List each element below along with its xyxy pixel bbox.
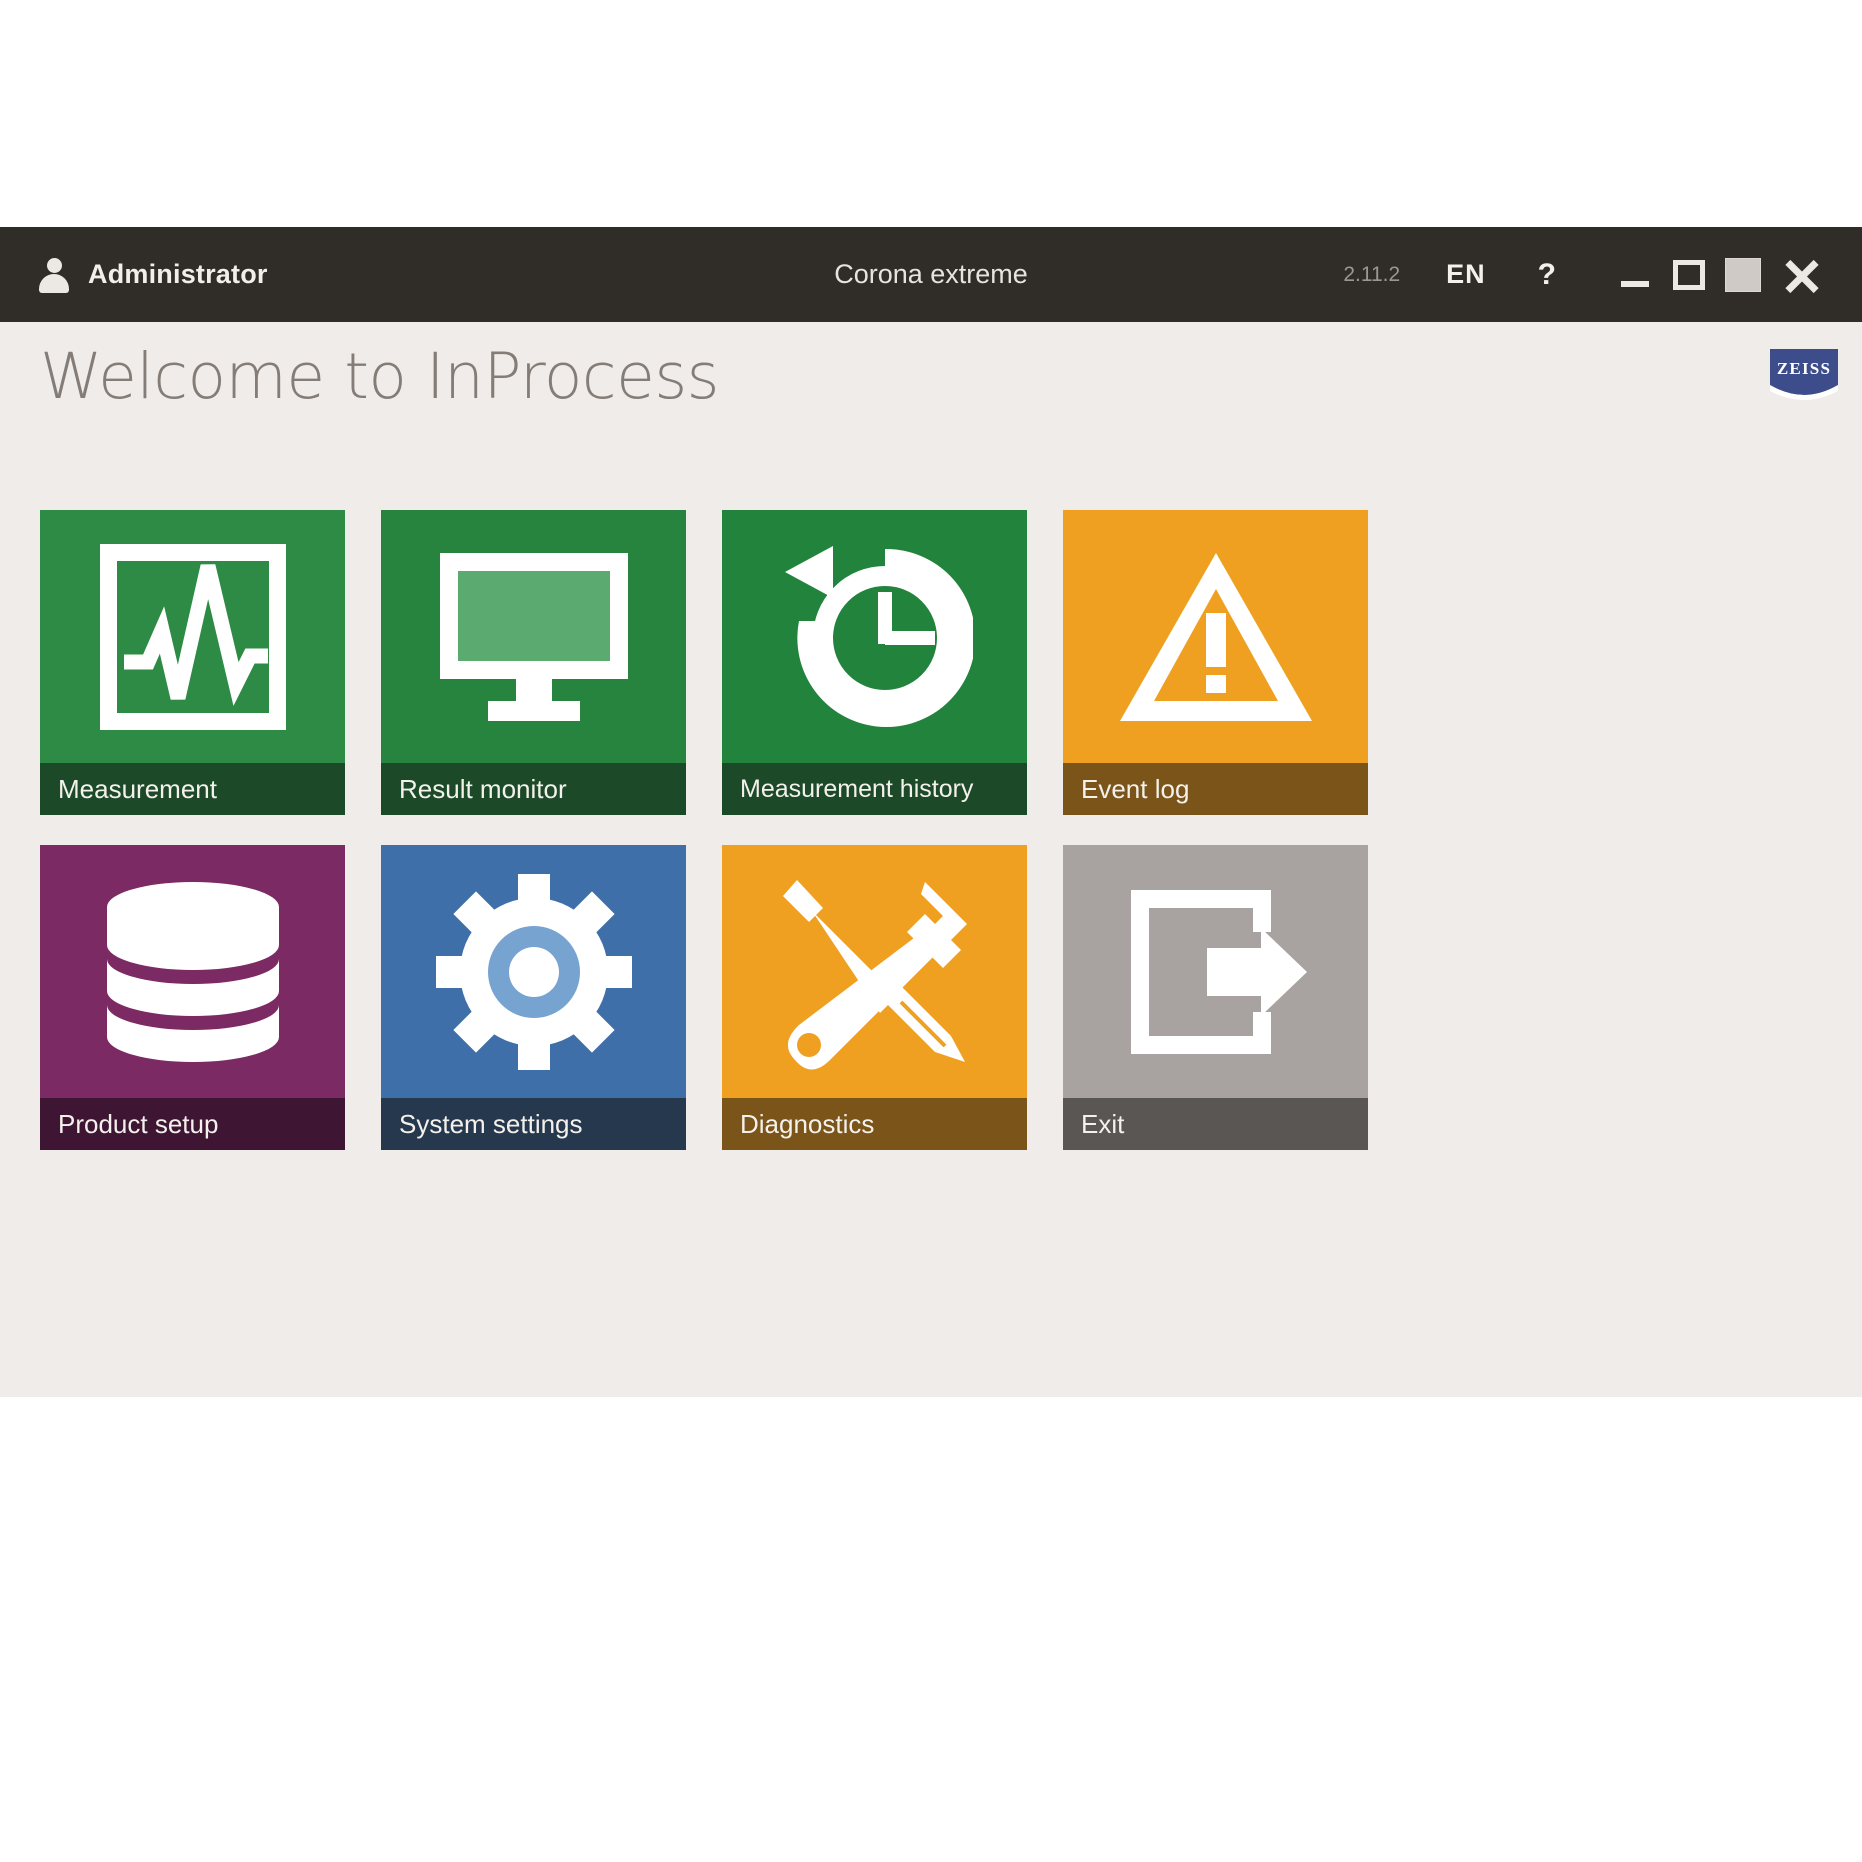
tile-label: Product setup: [40, 1098, 345, 1150]
help-button[interactable]: ?: [1538, 258, 1556, 292]
application-window: Administrator Corona extreme 2.11.2 EN ?…: [0, 227, 1862, 1397]
tile-measurement[interactable]: Measurement: [40, 510, 345, 815]
tile-label: Exit: [1063, 1098, 1368, 1150]
tile-system-settings[interactable]: System settings: [381, 845, 686, 1150]
minimize-icon[interactable]: [1608, 248, 1662, 302]
page-title: Welcome to InProcess: [40, 340, 719, 413]
tile-grid: Measurement Result monitor Measurement h…: [40, 510, 1370, 1150]
tile-label: Measurement: [40, 763, 345, 815]
close-icon[interactable]: [1770, 248, 1834, 302]
tile-label: System settings: [381, 1098, 686, 1150]
svg-text:ZEISS: ZEISS: [1777, 359, 1831, 378]
titlebar-controls: 2.11.2 EN ?: [1343, 248, 1862, 302]
page-header: Welcome to InProcess ZEISS: [0, 322, 1862, 442]
tile-measurement-history[interactable]: Measurement history: [722, 510, 1027, 815]
titlebar: Administrator Corona extreme 2.11.2 EN ?: [0, 227, 1862, 322]
maximize-glyph: [1673, 259, 1705, 290]
tile-event-log[interactable]: Event log: [1063, 510, 1368, 815]
restore-glyph: [1725, 257, 1761, 292]
tile-label: Measurement history: [722, 763, 1027, 815]
minimize-glyph: [1621, 280, 1649, 287]
current-user[interactable]: Administrator: [0, 257, 268, 293]
tile-diagnostics[interactable]: Diagnostics: [722, 845, 1027, 1150]
tile-exit[interactable]: Exit: [1063, 845, 1368, 1150]
tile-result-monitor[interactable]: Result monitor: [381, 510, 686, 815]
user-name-label: Administrator: [88, 259, 268, 289]
tile-label: Result monitor: [381, 763, 686, 815]
tile-label: Event log: [1063, 763, 1368, 815]
language-button[interactable]: EN: [1446, 259, 1486, 290]
version-label: 2.11.2: [1343, 262, 1401, 286]
zeiss-logo: ZEISS: [1766, 347, 1842, 402]
restore-icon[interactable]: [1716, 248, 1770, 302]
tile-product-setup[interactable]: Product setup: [40, 845, 345, 1150]
maximize-icon[interactable]: [1662, 248, 1716, 302]
user-icon: [38, 257, 70, 293]
tile-label: Diagnostics: [722, 1098, 1027, 1150]
